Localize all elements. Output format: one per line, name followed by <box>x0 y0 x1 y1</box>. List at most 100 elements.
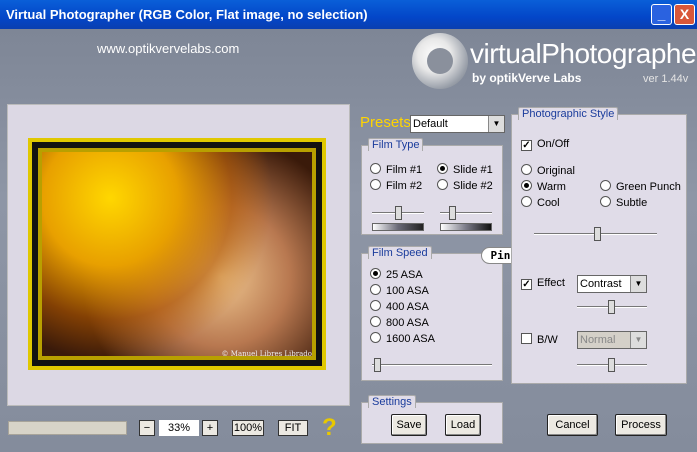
bw-slider-thumb[interactable] <box>608 358 615 372</box>
film-1-label: Film #1 <box>386 164 423 176</box>
film-type-title: Film Type <box>368 138 424 151</box>
radio-icon <box>521 180 532 191</box>
slide-tone-bar <box>440 223 492 231</box>
subtle-radio[interactable]: Subtle <box>600 196 647 209</box>
version-label: ver 1.44v <box>643 73 689 85</box>
radio-icon <box>521 196 532 207</box>
asa-400-label: 400 ASA <box>386 301 429 313</box>
logo-mark-icon <box>412 33 468 89</box>
slide-slider-track <box>440 212 492 214</box>
effect-dropdown[interactable]: Contrast ▼ <box>577 275 647 293</box>
effect-checkbox[interactable]: ✓ Effect <box>521 277 565 290</box>
effect-label: Effect <box>537 277 565 289</box>
progress-bar <box>8 421 127 435</box>
style-on-off-checkbox[interactable]: ✓ On/Off <box>521 138 569 151</box>
asa-100-radio[interactable]: 100 ASA <box>370 284 429 297</box>
asa-800-radio[interactable]: 800 ASA <box>370 316 429 329</box>
logo-subtitle: by optikVerve Labs <box>472 71 582 85</box>
chevron-down-icon: ▼ <box>630 276 646 292</box>
presets-dropdown[interactable]: Default ▼ <box>410 115 505 133</box>
subtle-label: Subtle <box>616 197 648 209</box>
zoom-in-button[interactable]: + <box>202 420 218 436</box>
film-1-radio[interactable]: Film #1 <box>370 163 422 176</box>
brand-logo: virtualPhotographer by optikVerve Labs v… <box>412 30 697 90</box>
radio-icon <box>521 164 532 175</box>
cool-radio[interactable]: Cool <box>521 196 560 209</box>
save-button[interactable]: Save <box>391 414 427 436</box>
film-tone-bar <box>372 223 424 231</box>
slide-slider-thumb[interactable] <box>449 206 456 220</box>
film-speed-panel: Film Speed 25 ASA 100 ASA 400 ASA 800 AS… <box>361 246 503 381</box>
chevron-down-icon: ▼ <box>488 116 504 132</box>
film-2-radio[interactable]: Film #2 <box>370 179 422 192</box>
checkmark-icon: ✓ <box>521 140 532 151</box>
presets-selected: Default <box>413 118 448 130</box>
bw-checkbox[interactable]: B/W <box>521 333 558 346</box>
on-off-label: On/Off <box>537 138 570 150</box>
asa-25-label: 25 ASA <box>386 269 423 281</box>
asa-400-radio[interactable]: 400 ASA <box>370 300 429 313</box>
asa-800-label: 800 ASA <box>386 317 429 329</box>
bw-dropdown[interactable]: Normal ▼ <box>577 331 647 349</box>
photographic-style-title: Photographic Style <box>518 107 619 120</box>
checkmark-icon: ✓ <box>521 279 532 290</box>
window-title: Virtual Photographer (RGB Color, Flat im… <box>6 7 368 22</box>
warm-radio[interactable]: Warm <box>521 180 566 193</box>
slide-1-label: Slide #1 <box>453 164 493 176</box>
film-speed-slider-thumb[interactable] <box>374 358 381 372</box>
process-button[interactable]: Process <box>615 414 667 436</box>
film-speed-slider-track <box>372 364 492 366</box>
slide-2-radio[interactable]: Slide #2 <box>437 179 493 192</box>
original-radio[interactable]: Original <box>521 164 575 177</box>
effect-slider-thumb[interactable] <box>608 300 615 314</box>
radio-icon <box>370 284 381 295</box>
zoom-100-button[interactable]: 100% <box>232 420 264 436</box>
radio-icon <box>370 179 381 190</box>
minimize-button[interactable]: _ <box>651 4 672 25</box>
settings-title: Settings <box>368 395 416 408</box>
slide-1-radio[interactable]: Slide #1 <box>437 163 493 176</box>
load-button[interactable]: Load <box>445 414 481 436</box>
radio-icon <box>437 179 448 190</box>
film-speed-title: Film Speed <box>368 246 432 259</box>
film-slider-thumb[interactable] <box>395 206 402 220</box>
image-credit: © Manuel Libres Librado <box>221 350 312 358</box>
original-label: Original <box>537 165 575 177</box>
warm-label: Warm <box>537 181 566 193</box>
film-type-panel: Film Type Film #1 Slide #1 Film #2 Slide… <box>361 138 503 235</box>
asa-1600-radio[interactable]: 1600 ASA <box>370 332 435 345</box>
radio-icon <box>370 300 381 311</box>
cancel-button[interactable]: Cancel <box>547 414 598 436</box>
zoom-level: 33% <box>159 420 199 436</box>
green-punch-radio[interactable]: Green Punch <box>600 180 681 193</box>
settings-panel: Settings <box>361 395 503 444</box>
green-punch-label: Green Punch <box>616 181 681 193</box>
logo-text: virtualPhotographer <box>470 38 697 69</box>
radio-icon <box>370 332 381 343</box>
chevron-down-icon: ▼ <box>630 332 646 348</box>
window-title-bar: Virtual Photographer (RGB Color, Flat im… <box>0 0 697 29</box>
close-button[interactable]: X <box>674 4 695 25</box>
asa-100-label: 100 ASA <box>386 285 429 297</box>
radio-icon <box>370 163 381 174</box>
asa-1600-label: 1600 ASA <box>386 333 435 345</box>
preview-image[interactable]: © Manuel Libres Librado <box>28 138 326 370</box>
radio-icon <box>370 268 381 279</box>
asa-25-radio[interactable]: 25 ASA <box>370 268 423 281</box>
bw-selected: Normal <box>580 334 616 346</box>
help-icon[interactable]: ? <box>322 414 337 442</box>
style-slider-thumb[interactable] <box>594 227 601 241</box>
radio-icon <box>600 196 611 207</box>
slide-2-label: Slide #2 <box>453 180 493 192</box>
radio-icon <box>600 180 611 191</box>
website-url[interactable]: www.optikvervelabs.com <box>97 41 239 56</box>
checkbox-empty-icon <box>521 333 532 344</box>
radio-icon <box>437 163 448 174</box>
zoom-out-button[interactable]: − <box>139 420 155 436</box>
cool-label: Cool <box>537 197 560 209</box>
radio-icon <box>370 316 381 327</box>
photographic-style-panel: Photographic Style ✓ On/Off Original Warm… <box>511 107 687 384</box>
zoom-fit-button[interactable]: FIT <box>278 420 308 436</box>
bw-label: B/W <box>537 334 558 346</box>
effect-selected: Contrast <box>580 278 622 290</box>
